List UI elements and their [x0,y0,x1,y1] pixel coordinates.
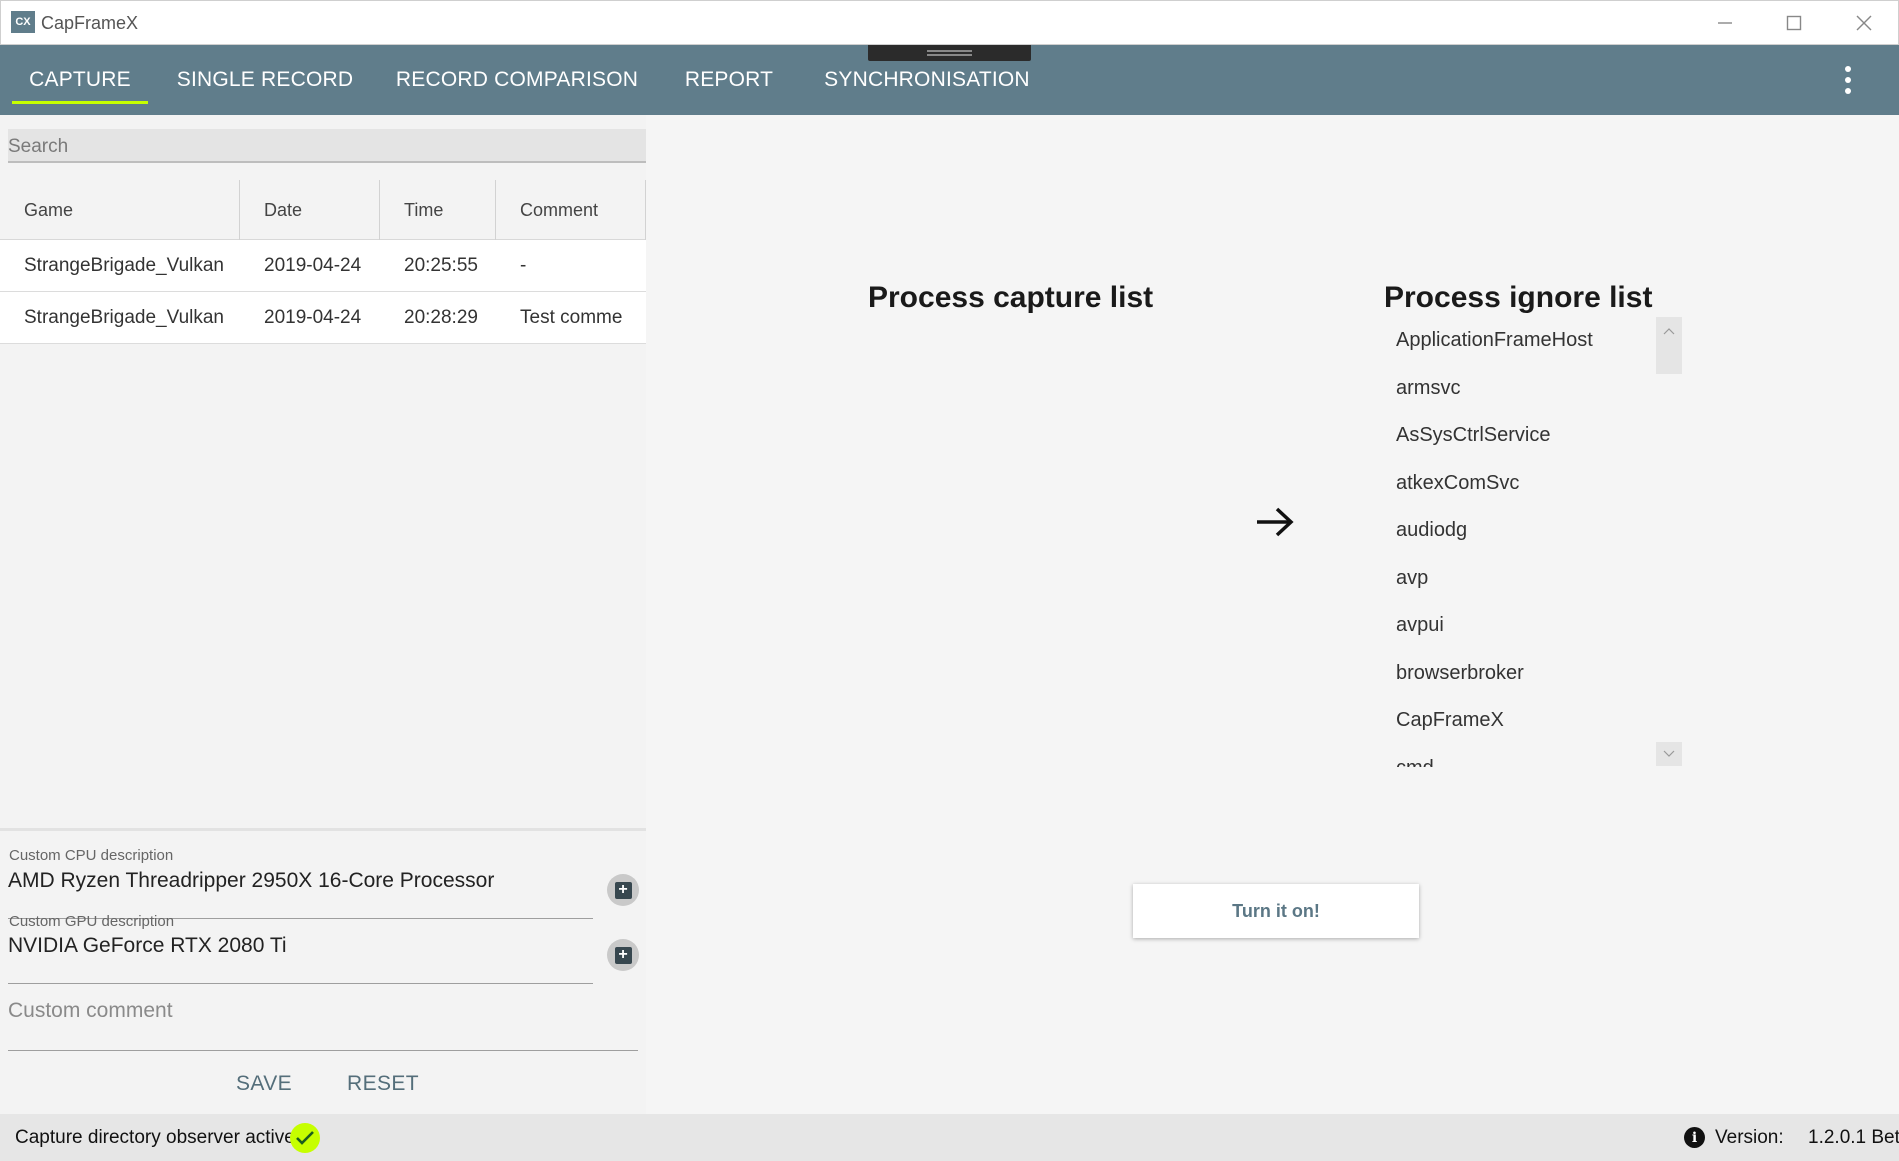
tab-report[interactable]: REPORT [679,45,779,115]
cell-date: 2019-04-24 [264,307,362,328]
add-cpu-description-button[interactable]: + [607,874,639,906]
cpu-description-field[interactable]: AMD Ryzen Threadripper 2950X 16-Core Pro… [8,869,593,919]
status-bar: Capture directory observer active: i Ver… [0,1114,1899,1161]
reset-button[interactable]: RESET [347,1072,419,1096]
process-ignore-list[interactable]: ApplicationFrameHost armsvc AsSysCtrlSer… [1386,317,1646,767]
table-row[interactable]: StrangeBrigade_Vulkan 2019-04-24 20:28:2… [0,292,646,344]
app-logo: CX [11,11,35,33]
table-header: Game Date Time Comment [0,180,646,240]
list-item[interactable]: avp [1386,555,1646,603]
process-capture-list-title: Process capture list [868,281,1154,314]
cell-time: 20:25:55 [404,255,478,276]
plus-icon: + [614,946,632,964]
info-icon[interactable]: i [1684,1127,1705,1148]
title-bar: CX CapFrameX [0,0,1899,45]
list-item[interactable]: browserbroker [1386,650,1646,698]
cell-comment: - [520,255,527,276]
dot [1845,77,1851,83]
list-item[interactable]: cmd [1386,745,1646,767]
records-table: Game Date Time Comment StrangeBrigade_Vu… [0,180,646,344]
plus-icon: + [614,881,632,899]
tab-record-comparison[interactable]: RECORD COMPARISON [396,45,638,115]
cell-date: 2019-04-24 [264,255,362,276]
process-panel: Process capture list Process ignore list… [646,115,1899,1114]
scroll-down-button[interactable] [1656,742,1682,766]
dot [1845,66,1851,72]
maximize-button[interactable] [1759,1,1829,45]
tab-capture[interactable]: CAPTURE [12,45,148,115]
list-item[interactable]: audiodg [1386,507,1646,555]
close-button[interactable] [1829,1,1899,45]
dot [1845,88,1851,94]
cell-time: 20:28:29 [404,307,478,328]
grip-line [927,54,972,56]
cpu-description-value: AMD Ryzen Threadripper 2950X 16-Core Pro… [8,869,495,892]
close-icon [1856,15,1872,31]
check-icon [290,1123,320,1153]
save-button[interactable]: SAVE [236,1072,292,1096]
list-item[interactable]: CapFrameX [1386,697,1646,745]
list-item[interactable]: armsvc [1386,365,1646,413]
process-ignore-list-title: Process ignore list [1384,281,1653,314]
chevron-up-icon [1663,328,1675,335]
records-panel: Game Date Time Comment StrangeBrigade_Vu… [0,115,646,1114]
window-title: CapFrameX [41,13,139,33]
turn-on-button[interactable]: Turn it on! [1133,884,1419,938]
drag-handle[interactable] [868,45,1031,61]
custom-comment-field[interactable]: Custom comment [8,999,638,1051]
column-header-date[interactable]: Date [240,180,380,240]
column-header-game[interactable]: Game [0,180,240,240]
gpu-description-field[interactable]: NVIDIA GeForce RTX 2080 Ti [8,934,593,984]
list-item[interactable]: AsSysCtrlService [1386,412,1646,460]
observer-status-text: Capture directory observer active: [15,1127,301,1148]
version-value: 1.2.0.1 Beta [1808,1127,1899,1148]
minimize-icon [1718,22,1732,24]
column-header-time[interactable]: Time [380,180,496,240]
add-gpu-description-button[interactable]: + [607,939,639,971]
arrow-right-icon[interactable] [1253,505,1297,539]
cpu-description-label: Custom CPU description [9,847,174,864]
panel-divider [0,828,646,831]
chevron-down-icon [1663,750,1675,757]
more-options-icon[interactable] [1836,60,1860,100]
list-item[interactable]: ApplicationFrameHost [1386,317,1646,365]
grip-line [927,50,972,52]
minimize-button[interactable] [1690,1,1760,45]
list-item[interactable]: avpui [1386,602,1646,650]
gpu-description-value: NVIDIA GeForce RTX 2080 Ti [8,934,287,957]
maximize-icon [1786,15,1802,31]
cell-game: StrangeBrigade_Vulkan [24,307,224,328]
list-item[interactable]: atkexComSvc [1386,460,1646,508]
cell-game: StrangeBrigade_Vulkan [24,255,224,276]
cell-comment: Test comme [520,307,623,328]
search-input[interactable] [8,129,646,163]
scroll-up-button[interactable] [1656,319,1682,343]
version-label: Version: [1715,1127,1784,1148]
table-row[interactable]: StrangeBrigade_Vulkan 2019-04-24 20:25:5… [0,240,646,292]
ignore-list-scrollbar[interactable] [1656,317,1682,767]
column-header-comment[interactable]: Comment [496,180,646,240]
tab-single-record[interactable]: SINGLE RECORD [176,45,354,115]
custom-comment-placeholder: Custom comment [8,999,173,1022]
gpu-description-label: Custom GPU description [9,913,175,930]
